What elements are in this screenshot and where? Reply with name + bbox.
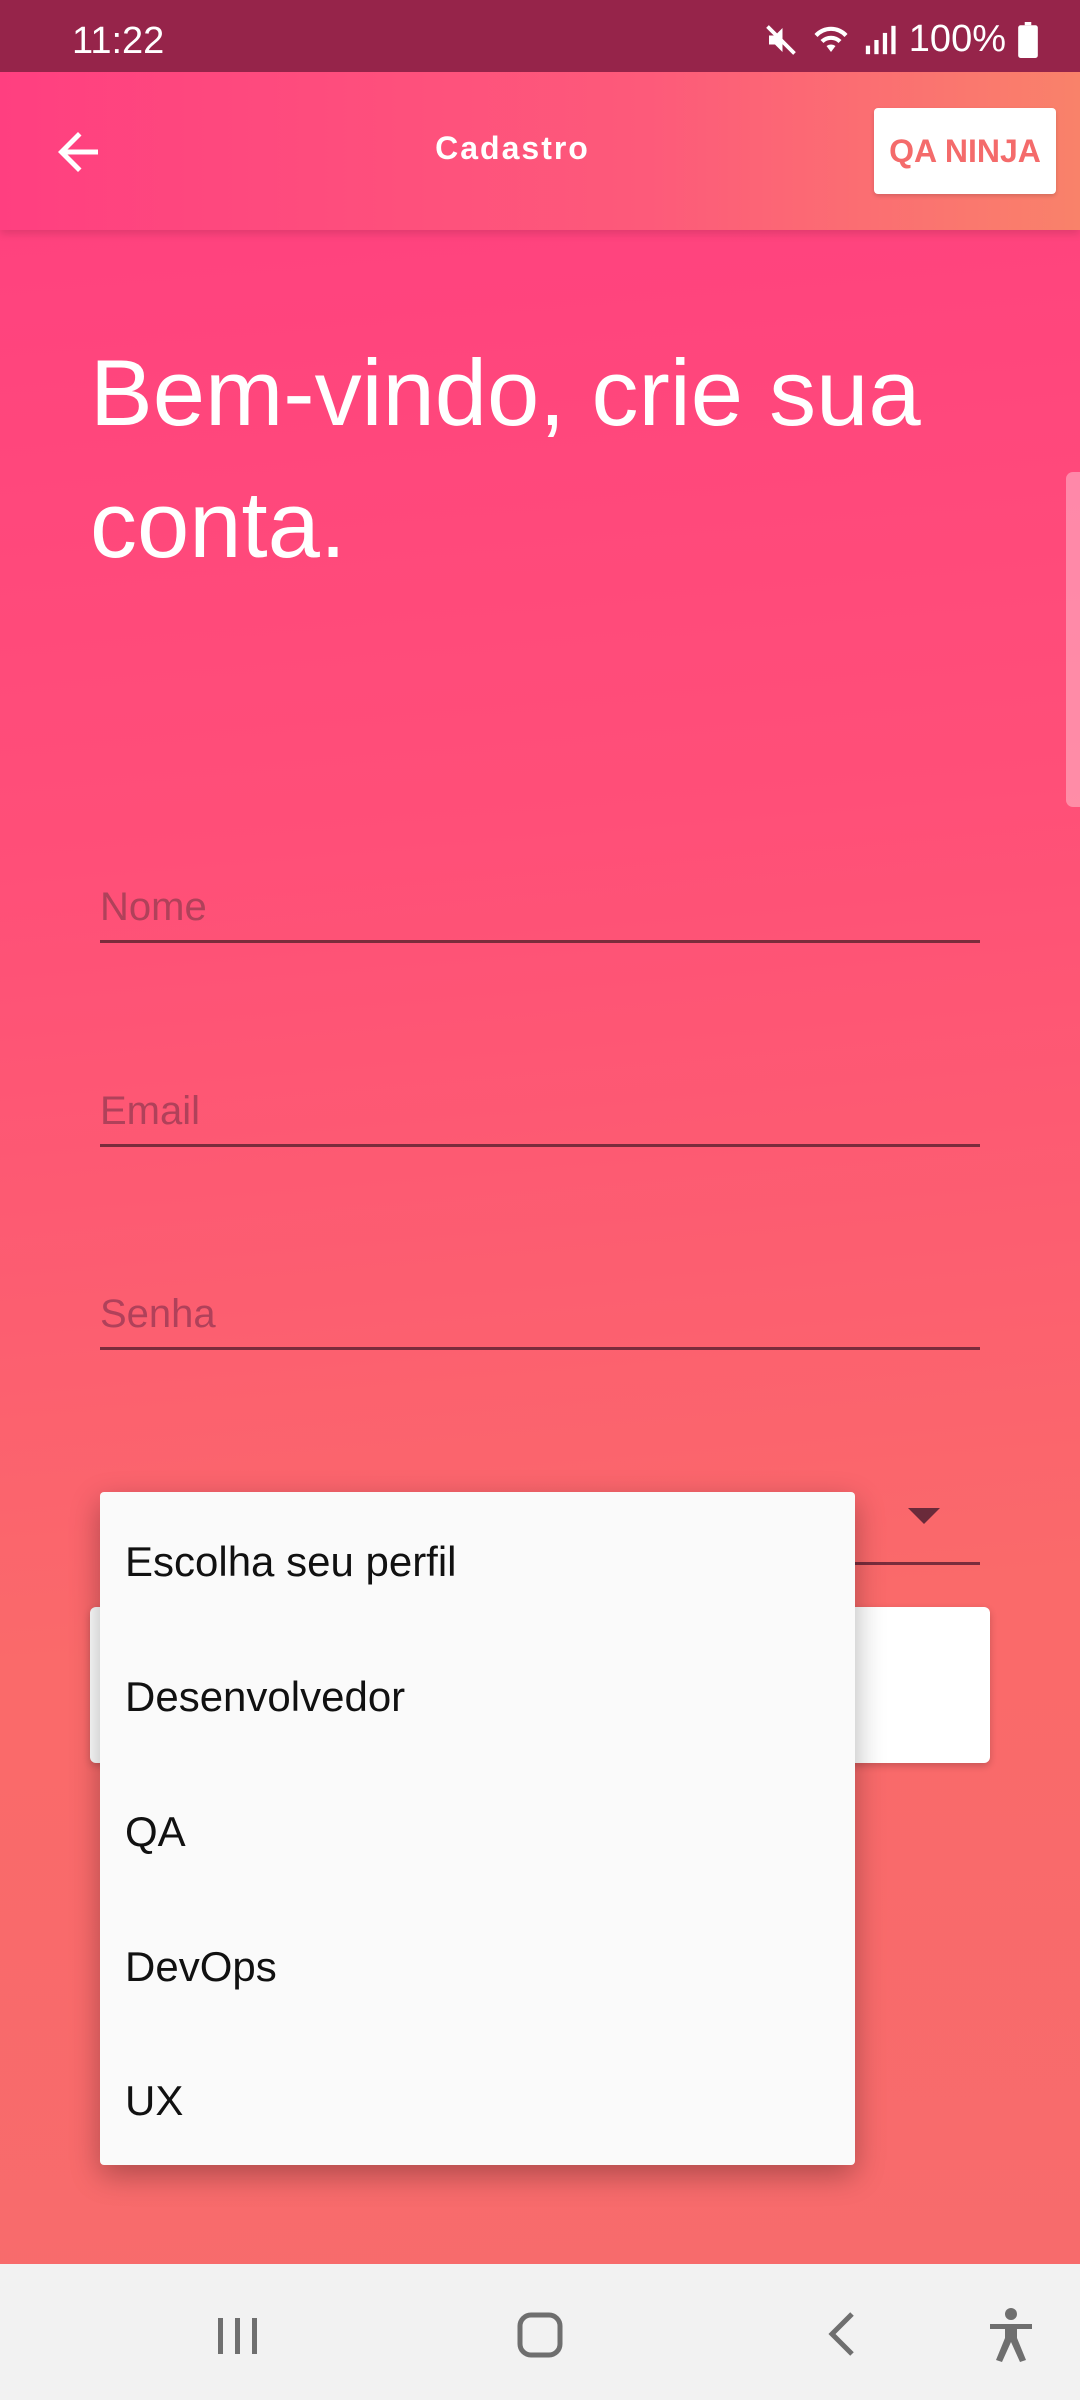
recents-icon bbox=[218, 2318, 257, 2354]
app-bar: Cadastro QA NINJA bbox=[0, 72, 1080, 230]
welcome-heading: Bem-vindo, crie sua conta. bbox=[90, 340, 921, 577]
profile-menu: Escolha seu perfil Desenvolvedor QA DevO… bbox=[100, 1492, 855, 2165]
mute-icon bbox=[763, 22, 799, 58]
email-field[interactable] bbox=[100, 1064, 980, 1147]
menu-item-devops[interactable]: DevOps bbox=[100, 1899, 855, 2034]
chevron-left-icon bbox=[828, 2312, 854, 2356]
recents-button[interactable] bbox=[203, 2304, 273, 2364]
menu-item-ux[interactable]: UX bbox=[100, 2033, 855, 2168]
battery-icon bbox=[1018, 21, 1038, 58]
system-nav-bar bbox=[0, 2264, 1080, 2400]
accessibility-button[interactable] bbox=[976, 2304, 1046, 2364]
signal-icon bbox=[863, 22, 897, 58]
scroll-indicator[interactable] bbox=[1066, 472, 1080, 807]
app-title: Cadastro bbox=[435, 130, 590, 166]
status-time: 11:22 bbox=[72, 20, 165, 62]
name-input[interactable] bbox=[100, 885, 980, 930]
wifi-icon bbox=[811, 22, 851, 58]
name-field[interactable] bbox=[100, 860, 980, 943]
signup-screen: Cadastro QA NINJA Bem-vindo, crie sua co… bbox=[0, 72, 1080, 2264]
status-icons: 100% bbox=[763, 18, 1038, 61]
qa-ninja-button[interactable]: QA NINJA bbox=[874, 108, 1056, 194]
password-input[interactable] bbox=[100, 1292, 980, 1337]
dropdown-arrow-icon bbox=[908, 1508, 940, 1524]
accessibility-icon bbox=[990, 2308, 1032, 2362]
menu-item-developer[interactable]: Desenvolvedor bbox=[100, 1629, 855, 1764]
home-button[interactable] bbox=[505, 2304, 575, 2364]
password-field[interactable] bbox=[100, 1267, 980, 1350]
battery-text: 100% bbox=[908, 18, 1006, 60]
home-icon bbox=[517, 2312, 563, 2358]
menu-item-choose-profile[interactable]: Escolha seu perfil bbox=[100, 1494, 855, 1629]
menu-item-qa[interactable]: QA bbox=[100, 1764, 855, 1899]
status-bar: 11:22 100% bbox=[0, 0, 1080, 72]
nav-back-button[interactable] bbox=[808, 2304, 878, 2364]
email-input[interactable] bbox=[100, 1089, 980, 1134]
